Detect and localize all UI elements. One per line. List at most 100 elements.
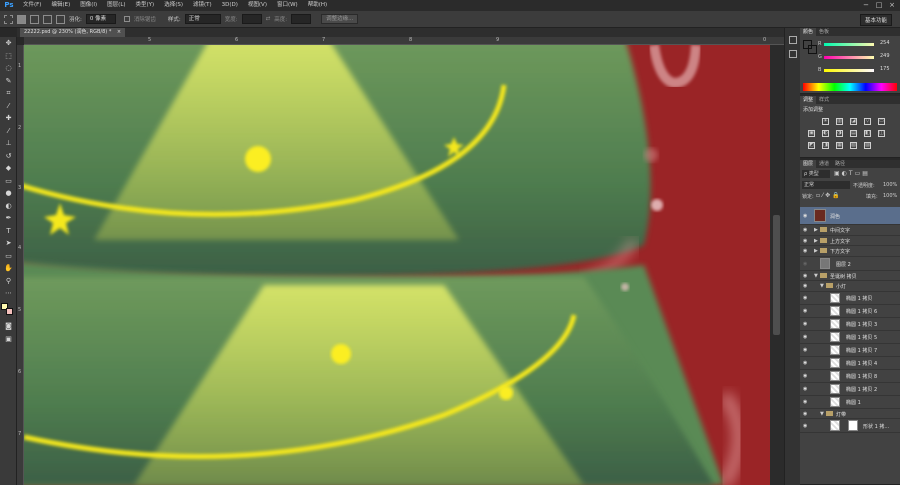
new-selection-icon[interactable]: [17, 14, 26, 24]
green-slider[interactable]: G 249: [818, 53, 890, 60]
vibrance-icon[interactable]: ▭: [878, 118, 885, 125]
antialias-checkbox[interactable]: [123, 16, 130, 22]
visibility-eye-icon[interactable]: ◉: [803, 399, 807, 405]
visibility-eye-icon[interactable]: ◉: [803, 373, 807, 379]
invert-icon[interactable]: ◩: [808, 142, 815, 149]
selective-color-icon[interactable]: ▨: [864, 142, 871, 149]
green-track[interactable]: [824, 56, 874, 59]
feather-input[interactable]: 0 像素: [85, 14, 116, 24]
visibility-eye-icon[interactable]: ◉: [803, 227, 807, 233]
background-color-swatch[interactable]: [6, 308, 13, 315]
width-input[interactable]: [241, 14, 262, 24]
subtract-selection-icon[interactable]: [43, 14, 52, 24]
layer-row[interactable]: ◉ 椭圆 1 拷贝 5: [800, 331, 900, 344]
channel-mixer-icon[interactable]: ◧: [864, 130, 871, 137]
minimize-button[interactable]: −: [860, 0, 872, 11]
menu-help[interactable]: 帮助(H): [303, 0, 332, 11]
layer-filter-icons[interactable]: ▣◐T▭▤: [834, 170, 870, 177]
scrollbar-thumb[interactable]: [773, 215, 780, 335]
properties-panel-icon[interactable]: [789, 50, 797, 58]
blue-track[interactable]: [824, 69, 874, 72]
blue-value[interactable]: 175: [880, 66, 890, 72]
black-white-icon[interactable]: ◑: [836, 130, 843, 137]
history-panel-icon[interactable]: [789, 36, 797, 44]
menu-image[interactable]: 图像(I): [75, 0, 102, 11]
pen-tool-icon[interactable]: ✒: [0, 212, 17, 225]
opacity-input[interactable]: 100%: [883, 182, 897, 188]
red-slider[interactable]: R 254: [818, 40, 890, 47]
curves-icon[interactable]: ◪: [850, 118, 857, 125]
expand-arrow-icon[interactable]: ▶: [814, 248, 818, 254]
visibility-eye-icon[interactable]: ◉: [803, 213, 807, 219]
visibility-eye-icon[interactable]: ◉: [803, 273, 807, 279]
tab-styles[interactable]: 样式: [816, 96, 832, 104]
tab-swatches[interactable]: 色板: [816, 28, 832, 36]
menu-filter[interactable]: 滤镜(T): [188, 0, 217, 11]
bg-color-swatch[interactable]: [808, 45, 817, 54]
layer-row[interactable]: ◉ 润色: [800, 207, 900, 225]
green-value[interactable]: 249: [880, 53, 890, 59]
layer-filter-select[interactable]: ρ 类型: [802, 170, 830, 178]
tab-adjustments[interactable]: 调整: [800, 96, 817, 104]
color-lookup-icon[interactable]: ◫: [878, 130, 885, 137]
collapse-arrow-icon[interactable]: ▼: [814, 273, 818, 279]
marquee-tool-icon[interactable]: ⬚: [0, 50, 17, 63]
layer-row[interactable]: ◉ ▼ 小灯: [800, 281, 900, 292]
refine-edge-button[interactable]: 调整边缘...: [321, 14, 359, 24]
visibility-eye-icon[interactable]: ◉: [803, 261, 807, 267]
visibility-eye-icon[interactable]: ◉: [803, 248, 807, 254]
tab-color[interactable]: 颜色: [800, 28, 817, 36]
visibility-eye-icon[interactable]: ◉: [803, 283, 807, 289]
workspace-select[interactable]: 基本功能: [859, 14, 892, 26]
layer-row[interactable]: ◉ 椭圆 1 拷贝 3: [800, 318, 900, 331]
swap-icon[interactable]: ⇄: [266, 16, 271, 22]
marquee-tool-icon[interactable]: [4, 14, 13, 24]
color-spectrum-bar[interactable]: [803, 83, 897, 91]
quick-select-tool-icon[interactable]: ✎: [0, 75, 17, 88]
stamp-tool-icon[interactable]: ⊥: [0, 137, 17, 150]
rectangle-tool-icon[interactable]: ▭: [0, 250, 17, 263]
tab-paths[interactable]: 路径: [832, 160, 848, 168]
add-selection-icon[interactable]: [30, 14, 39, 24]
visibility-eye-icon[interactable]: ◉: [803, 360, 807, 366]
visibility-eye-icon[interactable]: ◉: [803, 423, 807, 429]
visibility-eye-icon[interactable]: ◉: [803, 295, 807, 301]
visibility-eye-icon[interactable]: ◉: [803, 411, 807, 417]
gradient-map-icon[interactable]: ▧: [850, 142, 857, 149]
move-tool-icon[interactable]: ✥: [0, 37, 17, 50]
blend-mode-select[interactable]: 正常: [802, 181, 850, 189]
menu-file[interactable]: 文件(F): [18, 0, 46, 11]
canvas-scrollbar[interactable]: [770, 45, 784, 485]
visibility-eye-icon[interactable]: ◉: [803, 238, 807, 244]
height-input[interactable]: [291, 14, 312, 24]
brightness-icon[interactable]: ☀: [822, 118, 829, 125]
exposure-icon[interactable]: ▽: [864, 118, 871, 125]
visibility-eye-icon[interactable]: ◉: [803, 334, 807, 340]
eyedropper-tool-icon[interactable]: ⁄: [0, 100, 17, 113]
threshold-icon[interactable]: ▦: [836, 142, 843, 149]
layer-row[interactable]: ◉ 椭圆 1 拷贝 7: [800, 344, 900, 357]
type-tool-icon[interactable]: T: [0, 225, 17, 238]
zoom-tool-icon[interactable]: ⚲: [0, 275, 17, 288]
layer-row[interactable]: ◉ ▼ 圣诞树 拷贝: [800, 271, 900, 281]
lock-icons[interactable]: ▫⁄✥🔒: [816, 192, 842, 199]
tab-channels[interactable]: 通道: [816, 160, 832, 168]
menu-type[interactable]: 类型(Y): [131, 0, 160, 11]
style-select[interactable]: 正常: [184, 14, 221, 24]
document-canvas[interactable]: [24, 45, 770, 485]
layer-row[interactable]: ◉ ▼ 灯带: [800, 409, 900, 419]
layer-row[interactable]: ◉ 图层 2: [800, 257, 900, 271]
hand-tool-icon[interactable]: ✋: [0, 262, 17, 275]
layer-row[interactable]: ◉ ▶ 上方文字: [800, 236, 900, 246]
lasso-tool-icon[interactable]: ◌: [0, 62, 17, 75]
blue-slider[interactable]: B 175: [818, 66, 890, 73]
brush-tool-icon[interactable]: ⁄: [0, 125, 17, 138]
red-value[interactable]: 254: [880, 40, 890, 46]
layer-row[interactable]: ◉ 椭圆 1: [800, 396, 900, 409]
screen-mode-icon[interactable]: ▣: [0, 333, 17, 346]
maximize-button[interactable]: □: [873, 0, 885, 11]
collapse-arrow-icon[interactable]: ▼: [820, 411, 824, 417]
layer-row[interactable]: ◉ 椭圆 1 拷贝 4: [800, 357, 900, 370]
document-tab[interactable]: 22222.psd @ 230% (润色, RGB/8) * ×: [20, 28, 126, 37]
history-brush-icon[interactable]: ↺: [0, 150, 17, 163]
